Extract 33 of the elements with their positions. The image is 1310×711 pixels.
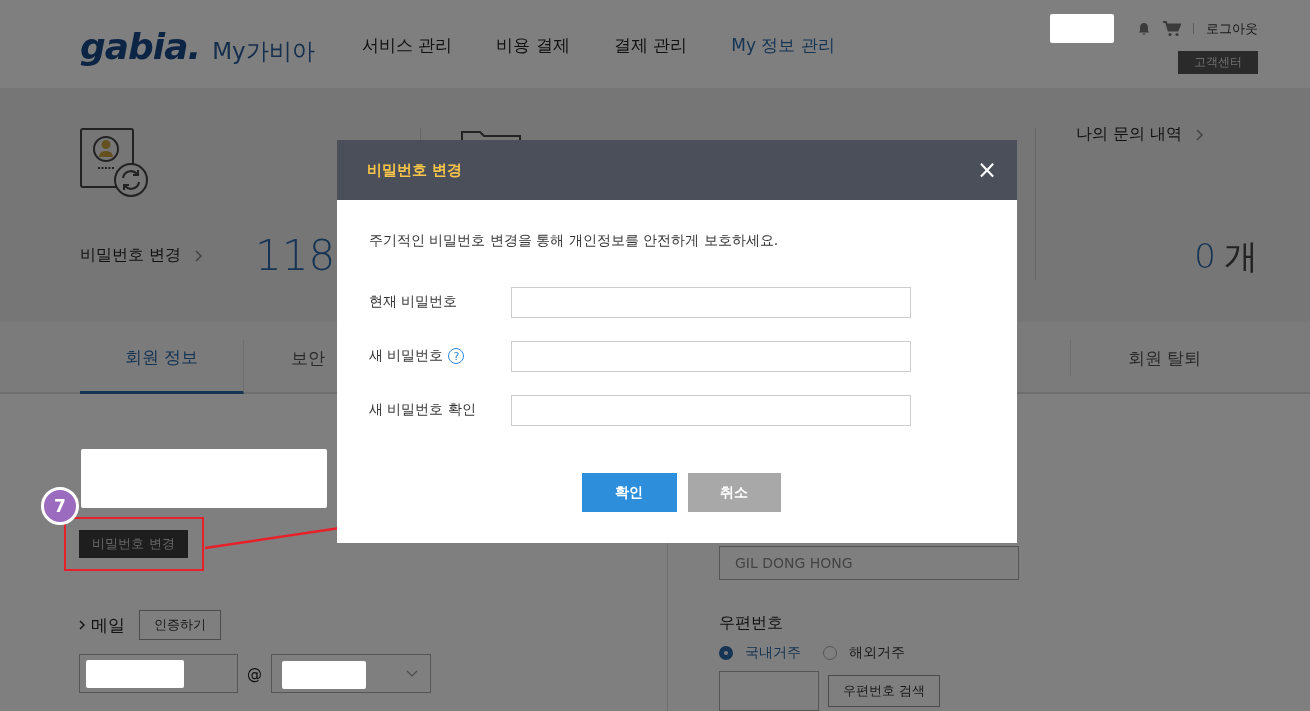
tab[interactable]: 회원 탈퇴: [1070, 340, 1258, 376]
email-label: 메일: [91, 613, 125, 637]
dialog-description: 주기적인 비밀번호 변경을 통해 개인정보를 안전하게 보호하세요.: [369, 232, 780, 250]
count-value: 0: [1194, 236, 1216, 276]
step-badge: 7: [41, 487, 79, 525]
count-unit: 개: [1224, 235, 1258, 278]
field-label: 현재 비밀번호: [369, 293, 458, 311]
tab[interactable]: 회원 정보: [80, 340, 244, 394]
nav-link[interactable]: 비용 결제: [496, 34, 570, 57]
logo[interactable]: gabia.: [80, 26, 201, 67]
verify-button[interactable]: 인증하기: [139, 610, 221, 640]
field-label: 새 비밀번호: [369, 347, 444, 365]
logout-link[interactable]: 로그아웃: [1206, 19, 1258, 38]
change-password-link[interactable]: 비밀번호 변경: [80, 245, 182, 266]
nav-link[interactable]: 결제 관리: [613, 34, 688, 57]
radio-label: 국내거주: [745, 644, 801, 662]
inquiries-link[interactable]: 나의 문의 내역: [1076, 124, 1183, 145]
field-label: 새 비밀번호 확인: [369, 401, 476, 419]
postal-code-label: 우편번호: [719, 613, 783, 634]
postal-search-button[interactable]: 우편번호 검색: [828, 675, 941, 707]
support-button[interactable]: 고객센터: [1178, 51, 1258, 74]
close-button[interactable]: ×: [972, 158, 1001, 182]
service-name: My가비아: [212, 37, 315, 66]
confirm-button[interactable]: 확인: [581, 473, 677, 512]
nav-link[interactable]: My 정보 관리: [731, 34, 835, 57]
radio-label: 해외거주: [849, 644, 905, 662]
cancel-button[interactable]: 취소: [687, 473, 781, 512]
english-name-field[interactable]: GIL DONG HONG: [719, 546, 1019, 580]
dialog-title: 비밀번호 변경: [367, 160, 463, 180]
nav-link[interactable]: 서비스 관리: [362, 34, 453, 57]
count-value: 118: [255, 231, 336, 280]
change-password-button[interactable]: 비밀번호 변경: [79, 530, 188, 558]
at-sign: @: [246, 664, 263, 683]
